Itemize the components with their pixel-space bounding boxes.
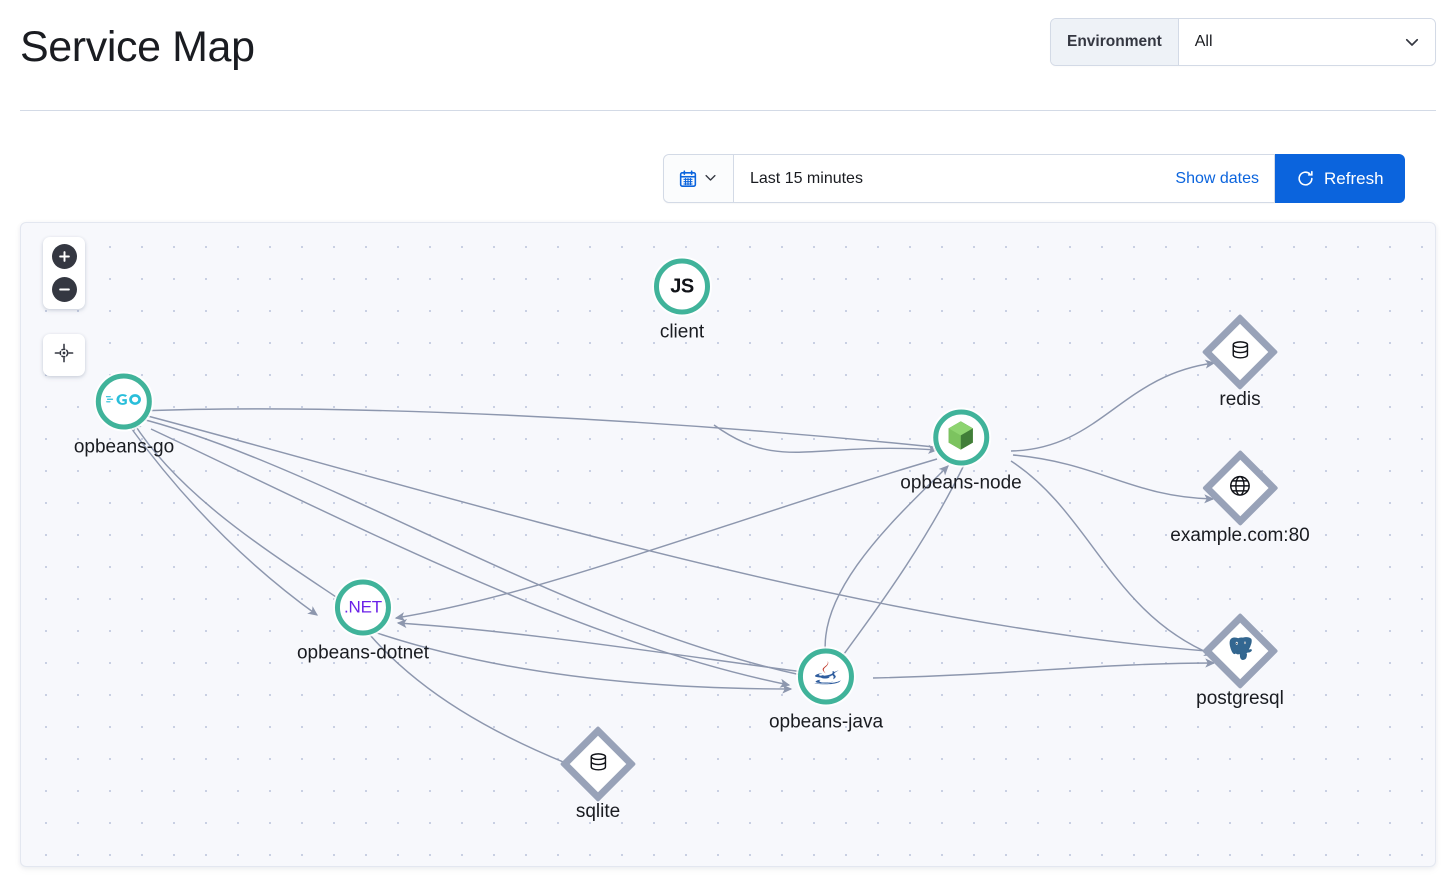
service-map-canvas[interactable]: JS client bbox=[20, 222, 1436, 867]
database-icon bbox=[1229, 338, 1252, 366]
node-client-circle[interactable]: JS bbox=[654, 259, 710, 315]
node-redis-diamond[interactable] bbox=[1202, 314, 1278, 390]
refresh-button[interactable]: Refresh bbox=[1275, 154, 1405, 203]
node-opbeans-dotnet[interactable]: .NET opbeans-dotnet bbox=[297, 580, 429, 665]
node-postgresql-label: postgresql bbox=[1196, 688, 1284, 710]
node-sqlite[interactable]: sqlite bbox=[571, 737, 625, 823]
service-map-page: Service Map Environment All bbox=[0, 0, 1456, 890]
node-client-label: client bbox=[660, 322, 704, 344]
edge-opbeans-java-to-postgresql bbox=[873, 663, 1214, 678]
environment-select[interactable]: Environment All bbox=[1050, 18, 1436, 66]
edge-opbeans-dotnet-to-opbeans-java bbox=[371, 631, 791, 689]
environment-value-area[interactable]: All bbox=[1179, 19, 1435, 65]
crosshair-icon bbox=[53, 342, 75, 369]
node-client[interactable]: JS client bbox=[654, 259, 710, 344]
dotnet-logo: .NET bbox=[344, 598, 382, 618]
node-redis-label: redis bbox=[1219, 389, 1260, 411]
node-example-com-label: example.com:80 bbox=[1170, 525, 1309, 547]
date-quick-select-button[interactable] bbox=[664, 155, 734, 202]
node-example-com[interactable]: example.com:80 bbox=[1170, 461, 1309, 547]
date-range-value: Last 15 minutes bbox=[750, 170, 863, 188]
node-opbeans-node-circle[interactable] bbox=[933, 410, 989, 466]
globe-icon bbox=[1228, 474, 1252, 503]
refresh-icon bbox=[1296, 169, 1315, 188]
node-redis[interactable]: redis bbox=[1213, 325, 1267, 411]
node-opbeans-java-circle[interactable] bbox=[798, 649, 854, 705]
zoom-controls[interactable] bbox=[43, 237, 85, 309]
node-opbeans-go[interactable]: opbeans-go bbox=[74, 374, 174, 459]
node-opbeans-go-circle[interactable] bbox=[96, 374, 152, 430]
node-opbeans-node[interactable]: opbeans-node bbox=[900, 410, 1022, 495]
java-logo bbox=[811, 659, 842, 695]
environment-selected-value: All bbox=[1195, 33, 1213, 51]
chevron-down-icon bbox=[703, 170, 721, 188]
edge-opbeans-node-to-redis bbox=[1011, 363, 1214, 451]
date-toolbar: Last 15 minutes Show dates Refresh bbox=[663, 154, 1405, 203]
edge-opbeans-java-to-opbeans-dotnet bbox=[398, 623, 811, 673]
refresh-label: Refresh bbox=[1324, 169, 1384, 189]
node-example-com-diamond[interactable] bbox=[1202, 450, 1278, 526]
header-divider bbox=[20, 110, 1436, 111]
minus-icon bbox=[57, 282, 72, 297]
database-icon bbox=[587, 750, 610, 778]
nodejs-logo bbox=[948, 420, 975, 455]
page-header: Service Map Environment All bbox=[0, 0, 1456, 111]
node-postgresql-diamond[interactable] bbox=[1202, 613, 1278, 689]
edge-opbeans-node-to-opbeans-dotnet bbox=[396, 459, 937, 618]
page-title: Service Map bbox=[20, 20, 255, 74]
node-opbeans-dotnet-circle[interactable]: .NET bbox=[335, 580, 391, 636]
edge-opbeans-java-to-opbeans-node bbox=[825, 466, 948, 663]
plus-icon bbox=[57, 249, 72, 264]
center-map-button[interactable] bbox=[43, 334, 85, 376]
show-dates-link[interactable]: Show dates bbox=[1175, 170, 1259, 188]
node-sqlite-label: sqlite bbox=[576, 801, 620, 823]
date-picker[interactable]: Last 15 minutes Show dates bbox=[663, 154, 1275, 203]
environment-label: Environment bbox=[1051, 19, 1179, 65]
zoom-out-button[interactable] bbox=[52, 277, 77, 302]
edge-opbeans-node-to-opbeans-go bbox=[139, 409, 934, 447]
go-logo bbox=[106, 390, 142, 413]
node-opbeans-go-label: opbeans-go bbox=[74, 437, 174, 459]
node-opbeans-java-label: opbeans-java bbox=[769, 712, 883, 734]
chevron-down-icon bbox=[1403, 33, 1421, 51]
zoom-in-button[interactable] bbox=[52, 244, 77, 269]
edge-group bbox=[131, 363, 1214, 766]
calendar-icon bbox=[678, 169, 698, 189]
node-sqlite-diamond[interactable] bbox=[560, 726, 636, 802]
postgresql-logo bbox=[1227, 636, 1252, 666]
javascript-logo: JS bbox=[670, 275, 693, 298]
node-opbeans-node-label: opbeans-node bbox=[900, 473, 1022, 495]
node-postgresql[interactable]: postgresql bbox=[1196, 624, 1284, 710]
node-opbeans-dotnet-label: opbeans-dotnet bbox=[297, 643, 429, 665]
date-range-field[interactable]: Last 15 minutes Show dates bbox=[734, 155, 1274, 202]
node-opbeans-java[interactable]: opbeans-java bbox=[769, 649, 883, 734]
